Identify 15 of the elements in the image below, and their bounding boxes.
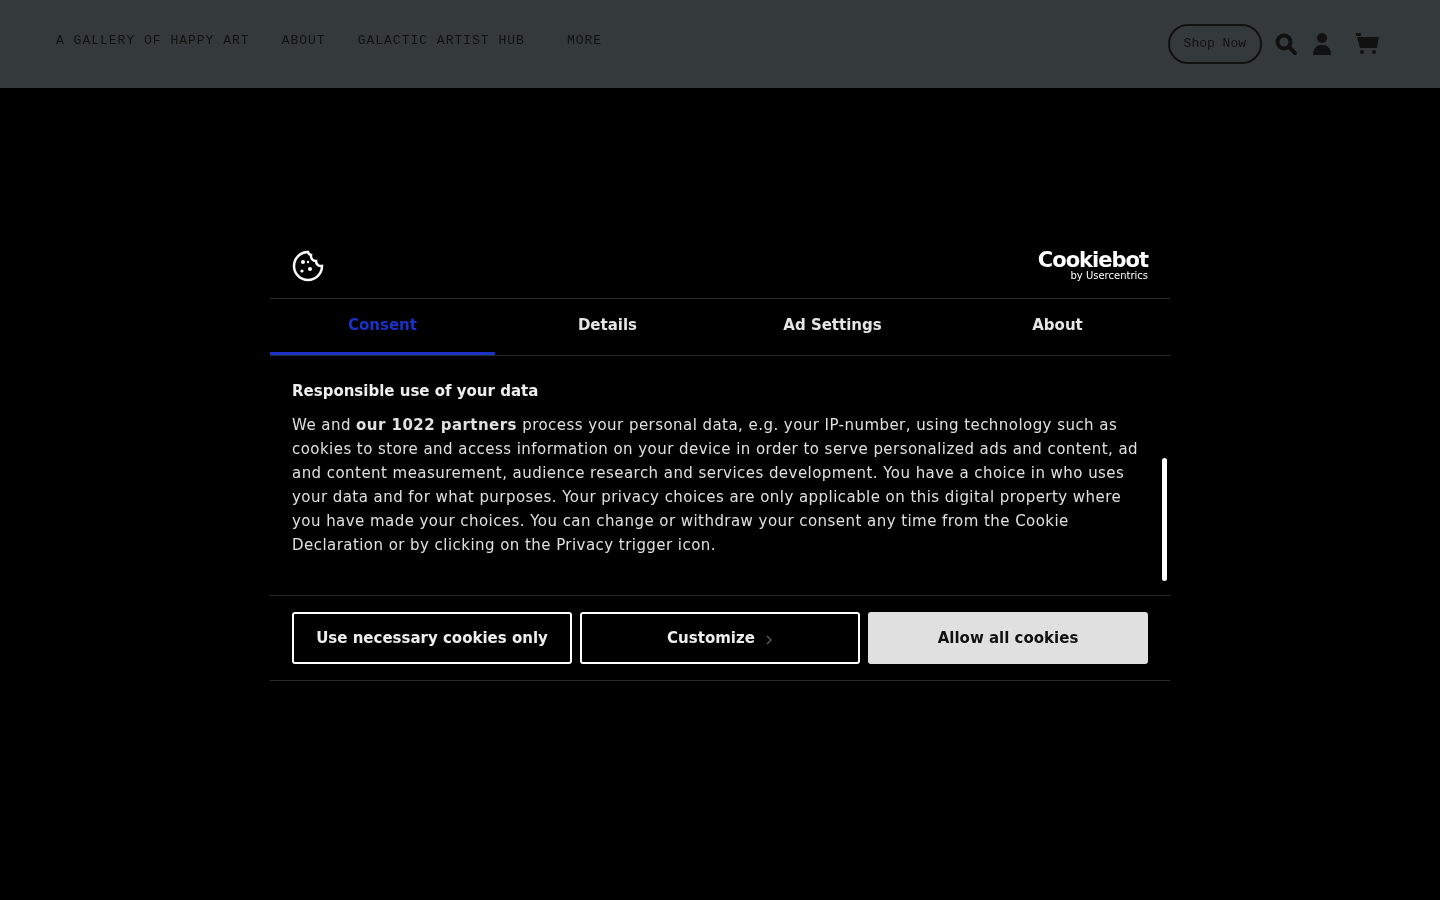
cookie-icon bbox=[292, 249, 324, 282]
dialog-tab[interactable]: Ad Settings bbox=[720, 299, 945, 355]
dialog-tab[interactable]: About bbox=[945, 299, 1170, 355]
user-icon[interactable] bbox=[1312, 32, 1332, 56]
consent-button[interactable]: Allow all cookies bbox=[868, 612, 1148, 664]
chevron-right-icon bbox=[764, 635, 773, 645]
consent-button[interactable]: Use necessary cookies only bbox=[292, 612, 572, 664]
cart-icon[interactable] bbox=[1354, 33, 1380, 55]
search-icon[interactable] bbox=[1274, 32, 1298, 56]
dialog-tab[interactable]: Details bbox=[495, 299, 720, 355]
consent-text: We and our 1022 partners process your personal data, e.g. your IP-number, using technology such as cookies to store and access information on your device in order to serve personalized ads and content, ad and content measurement, audience research and services development. You have a choice in who uses your data and for what purposes. Your privacy choices are only applicable on this digital property where you have made your choices. You can change or withdraw your consent any time from the Cookie Declaration or by clicking on the Privacy trigger icon. bbox=[292, 414, 1140, 556]
logo-name: Cookiebot bbox=[1037, 250, 1148, 271]
logo-tagline: by Usercentrics bbox=[1070, 271, 1148, 281]
section-heading: Responsible use of your data bbox=[292, 381, 540, 402]
customize-button[interactable]: Customize bbox=[580, 612, 860, 664]
